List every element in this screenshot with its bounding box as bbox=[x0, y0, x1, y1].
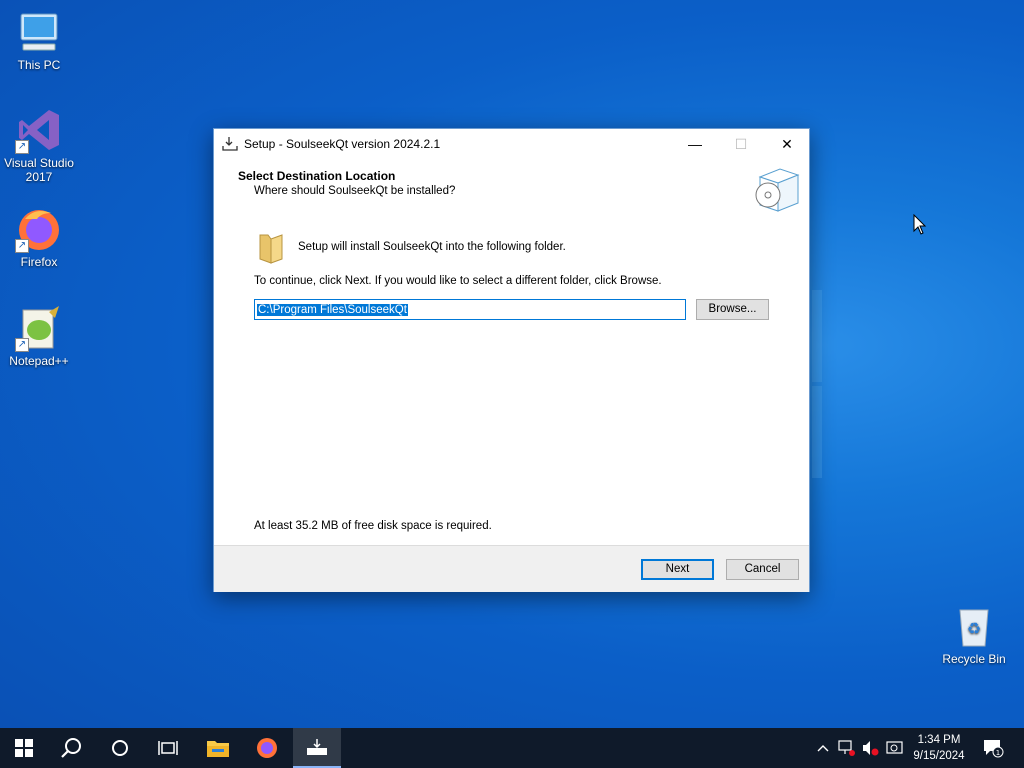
firefox-icon bbox=[257, 738, 277, 758]
shortcut-arrow-icon: ↗ bbox=[15, 239, 29, 253]
input-tray-button[interactable] bbox=[884, 728, 906, 768]
notepad-plus-plus-icon: ↗ bbox=[15, 304, 63, 352]
desktop-icon-recycle-bin[interactable]: ♻ Recycle Bin bbox=[936, 602, 1012, 666]
wallpaper-pane bbox=[812, 290, 822, 382]
desktop-icon-this-pc[interactable]: This PC bbox=[1, 8, 77, 72]
dialog-titlebar[interactable]: Setup - SoulseekQt version 2024.2.1 — ☐ … bbox=[214, 129, 809, 159]
start-button[interactable] bbox=[0, 728, 48, 768]
next-button[interactable]: Next bbox=[641, 559, 714, 580]
recycle-bin-icon: ♻ bbox=[950, 602, 998, 650]
browse-button[interactable]: Browse... bbox=[696, 299, 769, 320]
maximize-button[interactable]: ☐ bbox=[718, 129, 764, 159]
desktop-icon-label: Firefox bbox=[20, 255, 58, 269]
installer-box-icon bbox=[754, 163, 802, 218]
display-icon bbox=[886, 741, 903, 754]
page-subtitle: Where should SoulseekQt be installed? bbox=[254, 185, 456, 197]
clock-time: 1:34 PM bbox=[917, 734, 961, 746]
firefox-taskbar-button[interactable] bbox=[243, 728, 291, 768]
desktop-icon-label: Visual Studio 2017 bbox=[4, 156, 74, 184]
dialog-footer bbox=[214, 545, 809, 592]
task-view-icon bbox=[158, 741, 178, 755]
notification-icon: 1 bbox=[984, 740, 1004, 758]
firefox-icon: ↗ bbox=[15, 205, 63, 253]
shortcut-arrow-icon: ↗ bbox=[15, 338, 29, 352]
taskbar-clock[interactable]: 1:34 PM 9/15/2024 bbox=[904, 732, 974, 764]
setup-icon bbox=[222, 136, 238, 155]
setup-info-text: Setup will install SoulseekQt into the f… bbox=[298, 241, 566, 253]
shortcut-arrow-icon: ↗ bbox=[15, 140, 29, 154]
search-button[interactable] bbox=[48, 728, 96, 768]
cortana-icon bbox=[112, 740, 128, 756]
desktop-icon-visual-studio[interactable]: ↗ Visual Studio 2017 bbox=[1, 106, 77, 184]
wallpaper-pane bbox=[812, 386, 822, 478]
file-explorer-icon bbox=[207, 741, 229, 757]
minimize-button[interactable]: — bbox=[672, 129, 718, 159]
dialog-title: Setup - SoulseekQt version 2024.2.1 bbox=[244, 137, 441, 151]
clock-date: 9/15/2024 bbox=[913, 750, 965, 762]
destination-path-input[interactable]: C:\Program Files\SoulseekQt bbox=[254, 299, 686, 320]
show-hidden-icons-button[interactable] bbox=[812, 728, 834, 768]
desktop-icon-label: Notepad++ bbox=[9, 354, 69, 368]
file-explorer-taskbar-button[interactable] bbox=[194, 728, 242, 768]
volume-muted-icon bbox=[863, 741, 879, 756]
task-view-button[interactable] bbox=[144, 728, 192, 768]
visual-studio-icon: ↗ bbox=[15, 106, 63, 154]
cancel-button[interactable]: Cancel bbox=[726, 559, 799, 580]
desktop-icon-label: This PC bbox=[17, 58, 61, 72]
volume-tray-button[interactable] bbox=[860, 728, 882, 768]
setup-icon bbox=[307, 739, 327, 755]
network-tray-button[interactable] bbox=[836, 728, 858, 768]
notification-center-button[interactable]: 1 bbox=[978, 728, 1008, 768]
continue-instruction-text: To continue, click Next. If you would li… bbox=[254, 275, 662, 287]
mouse-cursor-icon bbox=[913, 213, 927, 239]
desktop-icon-label: Recycle Bin bbox=[942, 652, 1006, 666]
setup-dialog: Setup - SoulseekQt version 2024.2.1 — ☐ … bbox=[213, 128, 810, 592]
page-title: Select Destination Location bbox=[238, 169, 396, 183]
destination-path-value: C:\Program Files\SoulseekQt bbox=[257, 304, 408, 316]
folder-icon bbox=[256, 231, 286, 268]
chevron-up-icon bbox=[817, 745, 829, 752]
search-icon bbox=[61, 738, 81, 758]
cortana-button[interactable] bbox=[96, 728, 144, 768]
desktop-icon-firefox[interactable]: ↗ Firefox bbox=[1, 205, 77, 269]
disk-space-text: At least 35.2 MB of free disk space is r… bbox=[254, 520, 492, 532]
start-icon bbox=[15, 739, 33, 757]
network-icon bbox=[838, 740, 855, 756]
close-button[interactable]: ✕ bbox=[764, 129, 810, 159]
notification-count: 1 bbox=[996, 749, 1000, 757]
computer-icon bbox=[15, 8, 63, 56]
desktop-icon-notepad-plus-plus[interactable]: ↗ Notepad++ bbox=[1, 304, 77, 368]
svg-text:♻: ♻ bbox=[967, 621, 981, 638]
taskbar: 1:34 PM 9/15/2024 1 bbox=[0, 728, 1024, 768]
setup-taskbar-button[interactable] bbox=[293, 728, 341, 768]
